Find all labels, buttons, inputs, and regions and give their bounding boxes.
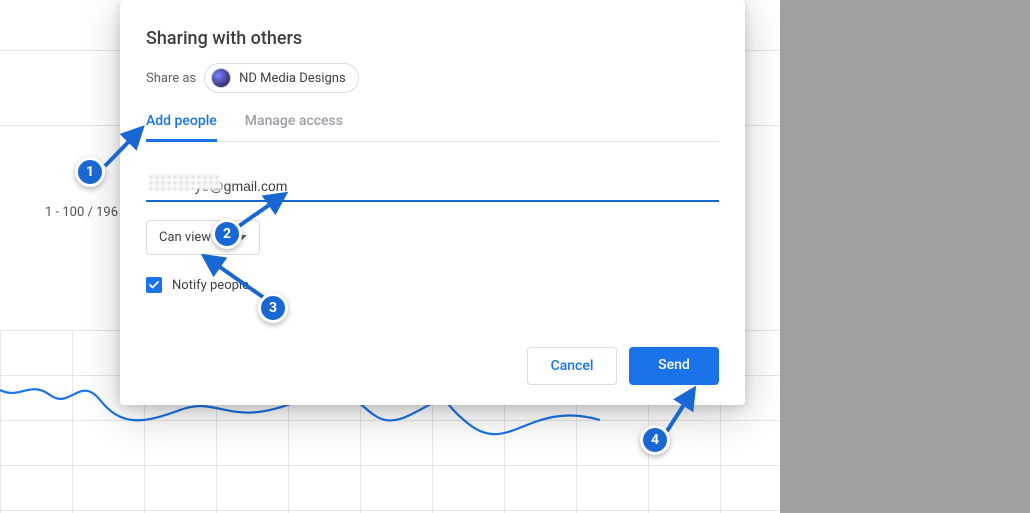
share-as-label: Share as [146,71,196,86]
checkbox-checked-icon [146,277,162,293]
annotation-marker-2: 2 [212,219,242,249]
dialog-title: Sharing with others [146,28,719,49]
cancel-button[interactable]: Cancel [527,347,617,385]
annotation-marker-3: 3 [258,293,288,323]
annotation-marker-1: 1 [75,157,105,187]
redaction-mask [148,174,221,190]
send-button[interactable]: Send [629,347,719,385]
annotation-arrow-2 [239,190,294,234]
identity-name: ND Media Designs [239,71,346,86]
dialog-actions: Cancel Send [527,347,719,385]
annotation-arrow-4 [664,385,704,439]
avatar-icon [211,68,231,88]
annotation-arrow-1 [102,122,152,176]
share-dialog: Sharing with others Share as ND Media De… [120,0,745,405]
tab-add-people[interactable]: Add people [146,113,217,142]
email-field-wrapper [146,172,719,202]
share-as-row: Share as ND Media Designs [146,63,719,93]
permission-select-label: Can view [159,230,211,245]
annotation-marker-4: 4 [640,425,670,455]
email-input[interactable] [146,172,719,202]
identity-chip[interactable]: ND Media Designs [204,63,359,93]
tabs: Add people Manage access [146,113,719,142]
tab-manage-access[interactable]: Manage access [245,113,343,142]
pager-text: 1 - 100 / 196 [45,205,118,220]
